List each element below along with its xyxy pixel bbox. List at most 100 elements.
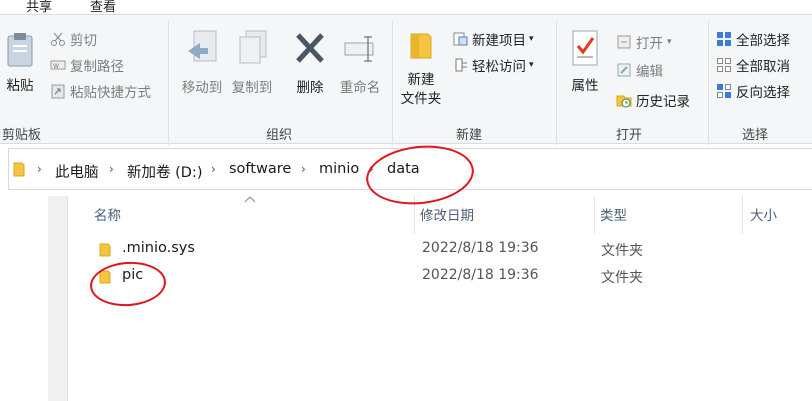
rename-button[interactable]: 重命名	[336, 29, 384, 98]
easy-access-label: 轻松访问	[472, 59, 526, 75]
invert-selection-icon	[717, 84, 731, 98]
copy-path-label: 复制路径	[70, 59, 124, 75]
folder-icon	[13, 162, 25, 177]
new-item-icon	[453, 32, 468, 46]
clipboard-icon	[7, 33, 33, 67]
folder-icon	[410, 33, 432, 59]
open-button[interactable]: 打开 ▾	[616, 31, 672, 53]
paste-shortcut-button[interactable]: 粘贴快捷方式	[50, 80, 151, 102]
column-divider[interactable]	[414, 196, 415, 234]
column-divider[interactable]	[742, 196, 743, 234]
breadcrumb-drive-d[interactable]: 新加卷 (D:)	[127, 161, 202, 182]
dropdown-arrow-icon: ▾	[529, 34, 534, 44]
dropdown-arrow-icon: ▾	[667, 37, 672, 47]
move-to-label: 移动到	[181, 80, 223, 96]
breadcrumb-minio[interactable]: minio	[319, 161, 359, 177]
copy-to-label: 复制到	[231, 80, 273, 96]
tab-view[interactable]: 查看	[90, 0, 116, 15]
delete-button[interactable]: 删除	[288, 29, 332, 98]
group-divider	[708, 21, 709, 145]
ribbon-tab-strip: 共享 查看	[0, 0, 812, 15]
ribbon: 粘贴 剪切 W 复制路径 粘贴快捷方式 剪贴板 移动到 复制到 删除 重命名 组…	[0, 14, 812, 145]
new-folder-label-line2: 文件夹	[400, 91, 442, 107]
scissors-icon	[51, 32, 65, 46]
address-bar[interactable]: › 此电脑 › 新加卷 (D:) › software › minio › da…	[8, 148, 812, 190]
cut-button[interactable]: 剪切	[50, 28, 97, 50]
open-icon	[617, 35, 631, 49]
select-all-label: 全部选择	[736, 33, 790, 49]
dropdown-arrow-icon: ▾	[529, 60, 534, 70]
new-folder-button[interactable]: 新建 文件夹	[396, 31, 446, 109]
chevron-right-icon[interactable]: ›	[369, 162, 374, 176]
edit-button[interactable]: 编辑	[616, 59, 663, 81]
edit-pencil-icon	[617, 63, 631, 77]
copy-to-icon	[239, 30, 267, 64]
file-name[interactable]: .minio.sys	[122, 240, 195, 256]
file-row[interactable]: pic 2022/8/18 19:36 文件夹	[90, 264, 810, 288]
delete-x-icon	[296, 33, 324, 63]
organize-group-label: 组织	[266, 128, 293, 143]
sort-up-arrow-icon	[244, 196, 256, 203]
select-none-icon	[717, 58, 731, 72]
move-to-button[interactable]: 移动到	[178, 29, 226, 98]
navigation-pane-edge	[48, 196, 68, 401]
copy-to-button[interactable]: 复制到	[228, 29, 276, 98]
open-label: 打开	[636, 36, 663, 52]
new-folder-label-line1: 新建	[407, 72, 435, 88]
tab-share[interactable]: 共享	[26, 0, 52, 15]
select-group-label: 选择	[742, 128, 769, 143]
column-header-modified[interactable]: 修改日期	[420, 204, 474, 224]
rename-icon	[344, 36, 374, 62]
group-divider	[168, 21, 169, 145]
column-header-type[interactable]: 类型	[600, 204, 627, 224]
history-label: 历史记录	[636, 94, 690, 110]
properties-label: 属性	[571, 78, 599, 94]
folder-icon	[99, 270, 111, 284]
breadcrumb-data[interactable]: data	[387, 161, 420, 177]
invert-selection-button[interactable]: 反向选择	[716, 80, 790, 102]
file-row[interactable]: .minio.sys 2022/8/18 19:36 文件夹	[90, 237, 810, 261]
new-item-button[interactable]: 新建项目 ▾	[452, 28, 534, 50]
clipboard-group-label: 剪贴板	[2, 128, 42, 143]
chevron-right-icon[interactable]: ›	[301, 162, 306, 176]
rename-label: 重命名	[339, 80, 381, 96]
properties-button[interactable]: 属性	[562, 29, 608, 96]
breadcrumb-software[interactable]: software	[229, 161, 291, 177]
folder-icon	[99, 243, 111, 257]
select-none-button[interactable]: 全部取消	[716, 54, 790, 76]
group-divider	[556, 21, 557, 145]
delete-label: 删除	[296, 80, 324, 96]
edit-label: 编辑	[636, 64, 663, 80]
copy-path-icon: W	[50, 60, 66, 70]
easy-access-button[interactable]: 轻松访问 ▾	[452, 54, 534, 76]
new-item-label: 新建项目	[472, 33, 526, 49]
chevron-right-icon[interactable]: ›	[37, 162, 42, 176]
select-all-icon	[717, 32, 731, 46]
copy-path-button[interactable]: W 复制路径	[50, 54, 124, 76]
file-name[interactable]: pic	[122, 267, 143, 283]
svg-text:W: W	[53, 63, 59, 70]
column-header-name[interactable]: 名称	[94, 204, 121, 224]
select-all-button[interactable]: 全部选择	[716, 28, 790, 50]
column-header-size[interactable]: 大小	[750, 204, 777, 224]
move-to-icon	[188, 30, 217, 62]
breadcrumb-this-pc[interactable]: 此电脑	[55, 161, 99, 182]
group-divider	[392, 21, 393, 145]
column-divider[interactable]	[594, 196, 595, 234]
open-group-label: 打开	[616, 128, 643, 143]
history-icon	[616, 95, 632, 108]
file-modified: 2022/8/18 19:36	[422, 240, 539, 256]
paste-shortcut-label: 粘贴快捷方式	[70, 85, 151, 101]
cut-label: 剪切	[70, 33, 97, 49]
file-type: 文件夹	[601, 243, 643, 259]
chevron-right-icon[interactable]: ›	[109, 162, 114, 176]
paste-button[interactable]: 粘贴	[0, 31, 40, 96]
chevron-right-icon[interactable]: ›	[211, 162, 216, 176]
file-modified: 2022/8/18 19:36	[422, 267, 539, 283]
select-none-label: 全部取消	[736, 59, 790, 75]
paste-shortcut-icon	[51, 84, 65, 99]
history-button[interactable]: 历史记录	[616, 89, 690, 111]
easy-access-icon	[455, 58, 467, 72]
properties-check-icon	[572, 30, 598, 66]
new-group-label: 新建	[456, 128, 483, 143]
